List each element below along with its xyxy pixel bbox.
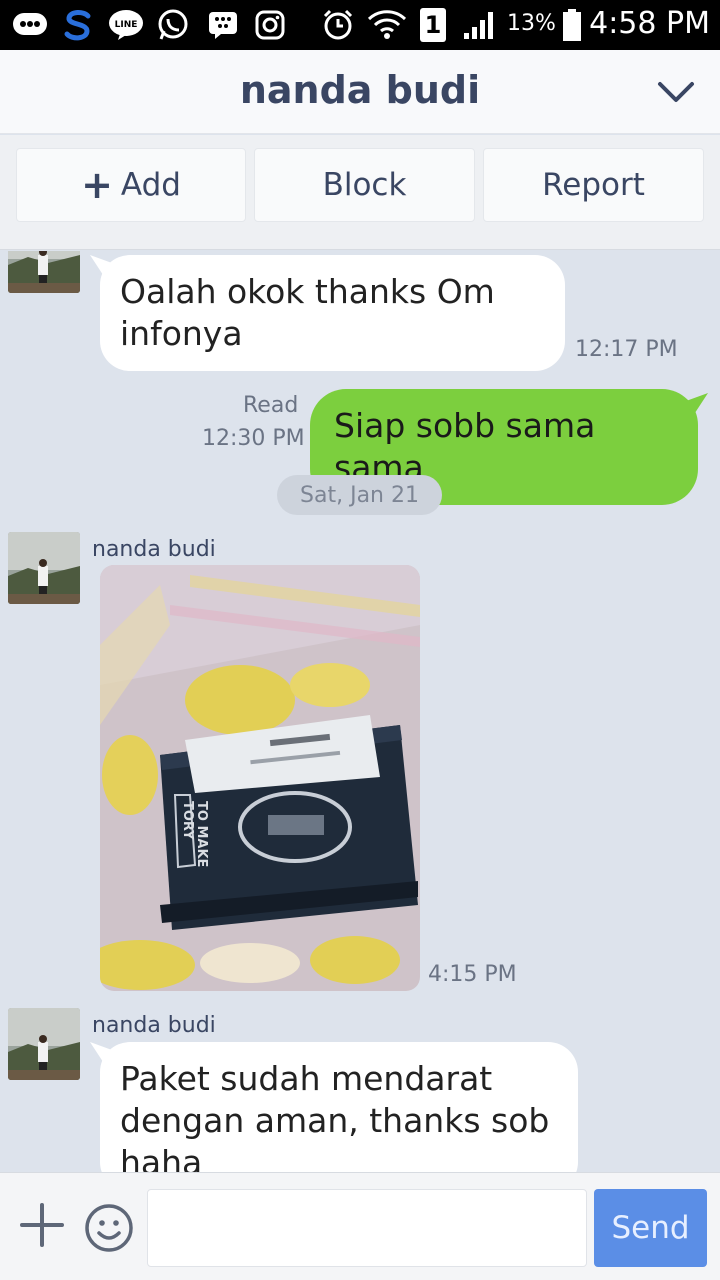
sim-1-icon: 1 xyxy=(418,8,448,42)
chevron-down-icon[interactable] xyxy=(656,72,696,112)
emoji-icon[interactable] xyxy=(84,1203,134,1253)
message-list[interactable]: Oalah okok thanks Om infonya 12:17 PM Re… xyxy=(0,251,720,1172)
date-separator: Sat, Jan 21 xyxy=(277,475,442,515)
status-bar: LINE 1 13% 4:58 PM xyxy=(0,0,720,50)
photo-caption-line-1: TO MAKE xyxy=(194,801,209,867)
add-friend-button[interactable]: + Add xyxy=(16,148,246,222)
contact-action-bar: + Add Block Report xyxy=(0,135,720,250)
alarm-icon xyxy=(318,8,358,42)
clock: 4:58 PM xyxy=(589,6,710,41)
whatsapp-icon xyxy=(153,8,193,42)
message-text: Oalah okok thanks Om infonya xyxy=(120,272,495,353)
message-time: 4:15 PM xyxy=(428,962,517,987)
signal-icon xyxy=(460,8,500,42)
chat-bubble-icon xyxy=(10,8,50,42)
plus-icon[interactable] xyxy=(18,1201,66,1249)
battery-icon xyxy=(560,8,584,42)
block-button[interactable]: Block xyxy=(254,148,475,222)
message-time: 12:17 PM xyxy=(575,337,678,362)
bbm-icon xyxy=(203,8,243,42)
avatar[interactable] xyxy=(8,251,80,293)
report-button[interactable]: Report xyxy=(483,148,704,222)
photo-caption-line-2: TORY xyxy=(180,801,195,840)
instagram-icon xyxy=(250,8,290,42)
chat-header: nanda budi xyxy=(0,50,720,134)
message-time: 12:30 PM xyxy=(202,426,305,451)
s-app-icon xyxy=(58,8,98,42)
block-button-label: Block xyxy=(322,167,407,203)
sender-name: nanda budi xyxy=(92,1013,216,1038)
photo-message[interactable]: TO MAKE TORY xyxy=(100,565,420,991)
avatar[interactable] xyxy=(8,532,80,604)
send-button[interactable]: Send xyxy=(594,1189,707,1267)
battery-percent: 13% xyxy=(507,11,556,36)
sim-label: 1 xyxy=(420,8,446,42)
read-receipt: Read xyxy=(243,393,299,418)
sender-name: nanda budi xyxy=(92,537,216,562)
message-input[interactable] xyxy=(147,1189,587,1267)
svg-text:LINE: LINE xyxy=(115,20,138,30)
message-input-bar: Send xyxy=(0,1172,720,1280)
message-bubble-incoming[interactable]: Oalah okok thanks Om infonya xyxy=(100,255,565,371)
avatar[interactable] xyxy=(8,1008,80,1080)
report-button-label: Report xyxy=(542,167,645,203)
message-text: Paket sudah mendarat dengan aman, thanks… xyxy=(120,1059,550,1172)
line-icon: LINE xyxy=(106,8,146,42)
message-bubble-incoming[interactable]: Paket sudah mendarat dengan aman, thanks… xyxy=(100,1042,578,1172)
contact-name-title: nanda budi xyxy=(239,68,481,112)
wifi-icon xyxy=(366,8,408,42)
add-button-label: Add xyxy=(120,167,181,203)
plus-icon: + xyxy=(81,163,113,207)
